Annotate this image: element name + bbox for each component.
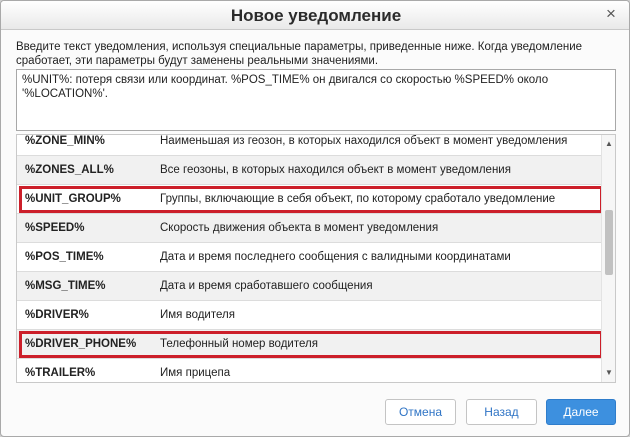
param-name: %MSG_TIME% <box>25 280 106 292</box>
param-description: Наименьшая из геозон, в которых находилс… <box>160 135 568 147</box>
dialog-titlebar: Новое уведомление × <box>1 1 629 30</box>
param-name: %DRIVER% <box>25 309 89 321</box>
param-description: Имя прицепа <box>160 367 231 379</box>
back-button[interactable]: Назад <box>466 399 537 425</box>
param-name: %UNIT_GROUP% <box>25 193 121 205</box>
scroll-up-arrow-icon[interactable]: ▲ <box>602 137 615 151</box>
param-name: %SPEED% <box>25 222 85 234</box>
param-description: Все геозоны, в которых находился объект … <box>160 164 511 176</box>
param-description: Группы, включающие в себя объект, по кот… <box>160 193 556 205</box>
param-name: %POS_TIME% <box>25 251 104 263</box>
param-row-zone-min[interactable]: %ZONE_MIN% Наименьшая из геозон, в котор… <box>17 135 602 156</box>
param-description: Имя водителя <box>160 309 235 321</box>
scrollbar-thumb[interactable] <box>605 210 613 275</box>
param-name: %TRAILER% <box>25 367 96 379</box>
cancel-button[interactable]: Отмена <box>385 399 456 425</box>
notification-dialog: Новое уведомление × Введите текст уведом… <box>0 0 630 437</box>
param-name: %ZONES_ALL% <box>25 164 114 176</box>
param-row-driver-phone[interactable]: %DRIVER_PHONE% Телефонный номер водителя <box>17 330 603 359</box>
param-row-pos-time[interactable]: %POS_TIME% Дата и время последнего сообщ… <box>17 243 602 272</box>
param-row-trailer[interactable]: %TRAILER% Имя прицепа <box>17 359 602 382</box>
param-row-driver[interactable]: %DRIVER% Имя водителя <box>17 301 602 330</box>
param-description: Дата и время последнего сообщения с вали… <box>160 251 511 263</box>
message-textarea[interactable]: %UNIT%: потеря связи или координат. %POS… <box>16 69 616 131</box>
param-row-msg-time[interactable]: %MSG_TIME% Дата и время сработавшего соо… <box>17 272 602 301</box>
close-icon[interactable]: × <box>603 5 619 22</box>
param-description: Скорость движения объекта в момент уведо… <box>160 222 439 234</box>
param-name: %ZONE_MIN% <box>25 135 105 147</box>
param-name: %DRIVER_PHONE% <box>25 338 137 350</box>
next-button[interactable]: Далее <box>546 399 616 425</box>
scroll-down-arrow-icon[interactable]: ▼ <box>602 366 615 380</box>
dialog-title: Новое уведомление <box>230 6 402 25</box>
parameters-rows: %ZONE_MIN% Наименьшая из геозон, в котор… <box>17 135 603 382</box>
instruction-text: Введите текст уведомления, используя спе… <box>16 41 583 67</box>
param-description: Телефонный номер водителя <box>160 338 318 350</box>
param-row-unit-group[interactable]: %UNIT_GROUP% Группы, включающие в себя о… <box>17 185 603 214</box>
param-row-speed[interactable]: %SPEED% Скорость движения объекта в моме… <box>17 214 602 243</box>
parameters-list: %ZONE_MIN% Наименьшая из геозон, в котор… <box>16 134 616 383</box>
list-scrollbar[interactable]: ▲ ▼ <box>601 135 615 382</box>
param-row-zones-all[interactable]: %ZONES_ALL% Все геозоны, в которых наход… <box>17 156 602 185</box>
param-description: Дата и время сработавшего сообщения <box>160 280 373 292</box>
